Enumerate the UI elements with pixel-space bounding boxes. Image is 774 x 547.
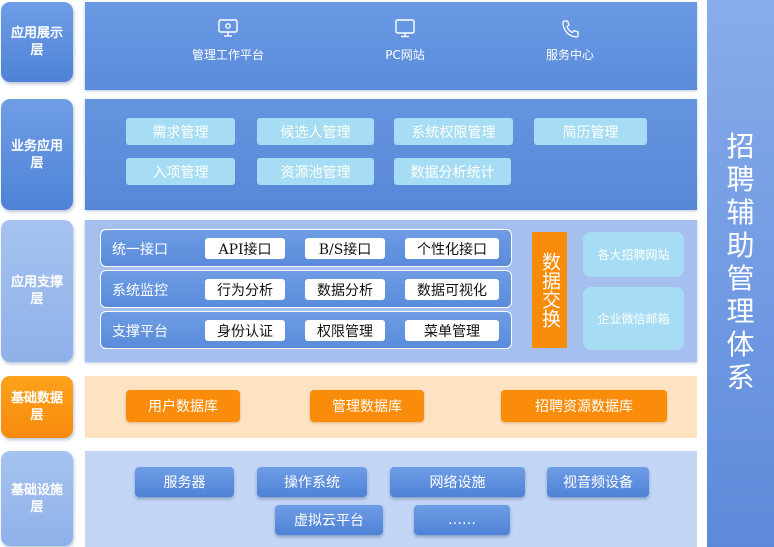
side-title-char: 辅 (726, 196, 755, 229)
side-title: 招聘辅助管理体系 (707, 130, 774, 394)
support-row-platform-label: 支撑平台 (112, 324, 168, 340)
side-title-char: 系 (726, 361, 755, 394)
support-item-visualization[interactable]: 数据可视化 (405, 279, 499, 300)
infra-av-devices[interactable]: 视音频设备 (547, 467, 649, 497)
support-item-permission[interactable]: 权限管理 (305, 320, 385, 341)
business-layer-panel (85, 99, 697, 210)
support-item-menu[interactable]: 菜单管理 (405, 320, 499, 341)
layer-label-data: 基础数据层 (1, 376, 73, 438)
layer-label-business: 业务应用层 (1, 99, 73, 210)
db-management[interactable]: 管理数据库 (310, 390, 424, 422)
side-title-char: 管 (726, 262, 755, 295)
pc-website-item[interactable]: PC网站 (368, 19, 442, 63)
service-center-item[interactable]: 服务中心 (534, 19, 606, 63)
layer-label-presentation: 应用展示层 (1, 2, 73, 82)
layer-label-infrastructure: 基础设施层 (1, 451, 73, 546)
layer-label-support: 应用支撑层 (1, 220, 73, 362)
support-row-interface-label: 统一接口 (112, 242, 168, 258)
pc-website-label: PC网站 (385, 48, 425, 62)
monitor-icon (218, 19, 238, 37)
desktop-icon (395, 19, 415, 38)
support-item-behavior[interactable]: 行为分析 (205, 279, 285, 300)
side-title-char: 理 (726, 295, 755, 328)
support-item-auth[interactable]: 身份认证 (205, 320, 285, 341)
infra-more[interactable]: …… (414, 505, 510, 535)
external-recruitment-sites[interactable]: 各大招聘网站 (583, 232, 684, 277)
side-title-char: 招 (726, 130, 755, 163)
side-title-char: 聘 (726, 163, 755, 196)
side-title-char: 助 (726, 229, 755, 262)
support-row-monitoring-label: 系统监控 (112, 283, 168, 299)
support-item-bs[interactable]: B/S接口 (305, 238, 385, 259)
db-user[interactable]: 用户数据库 (126, 390, 240, 422)
business-item-resource-pool[interactable]: 资源池管理 (257, 158, 374, 185)
infra-server[interactable]: 服务器 (135, 467, 234, 497)
business-item-resume[interactable]: 简历管理 (534, 118, 647, 145)
service-center-label: 服务中心 (545, 48, 594, 62)
support-item-data-analysis[interactable]: 数据分析 (305, 279, 385, 300)
db-recruitment-resources[interactable]: 招聘资源数据库 (501, 390, 667, 422)
infrastructure-layer-panel (85, 451, 697, 547)
external-wechat-mail[interactable]: 企业微信邮箱 (583, 287, 684, 350)
infra-virtual-cloud[interactable]: 虚拟云平台 (275, 505, 383, 535)
business-item-permission[interactable]: 系统权限管理 (394, 118, 513, 145)
business-item-analytics[interactable]: 数据分析统计 (394, 158, 511, 185)
business-item-onboarding[interactable]: 入项管理 (126, 158, 235, 185)
business-item-candidate[interactable]: 候选人管理 (257, 118, 374, 145)
phone-icon (562, 20, 579, 38)
business-item-demand[interactable]: 需求管理 (126, 118, 235, 145)
side-title-char: 体 (726, 328, 755, 361)
support-item-api[interactable]: API接口 (205, 238, 285, 259)
infra-os[interactable]: 操作系统 (257, 467, 367, 497)
management-platform-item[interactable]: 管理工作平台 (180, 19, 276, 63)
management-platform-label: 管理工作平台 (191, 48, 264, 62)
support-item-custom[interactable]: 个性化接口 (405, 238, 499, 259)
data-exchange-box: 数据交换 (532, 232, 567, 348)
infra-network[interactable]: 网络设施 (390, 467, 525, 497)
